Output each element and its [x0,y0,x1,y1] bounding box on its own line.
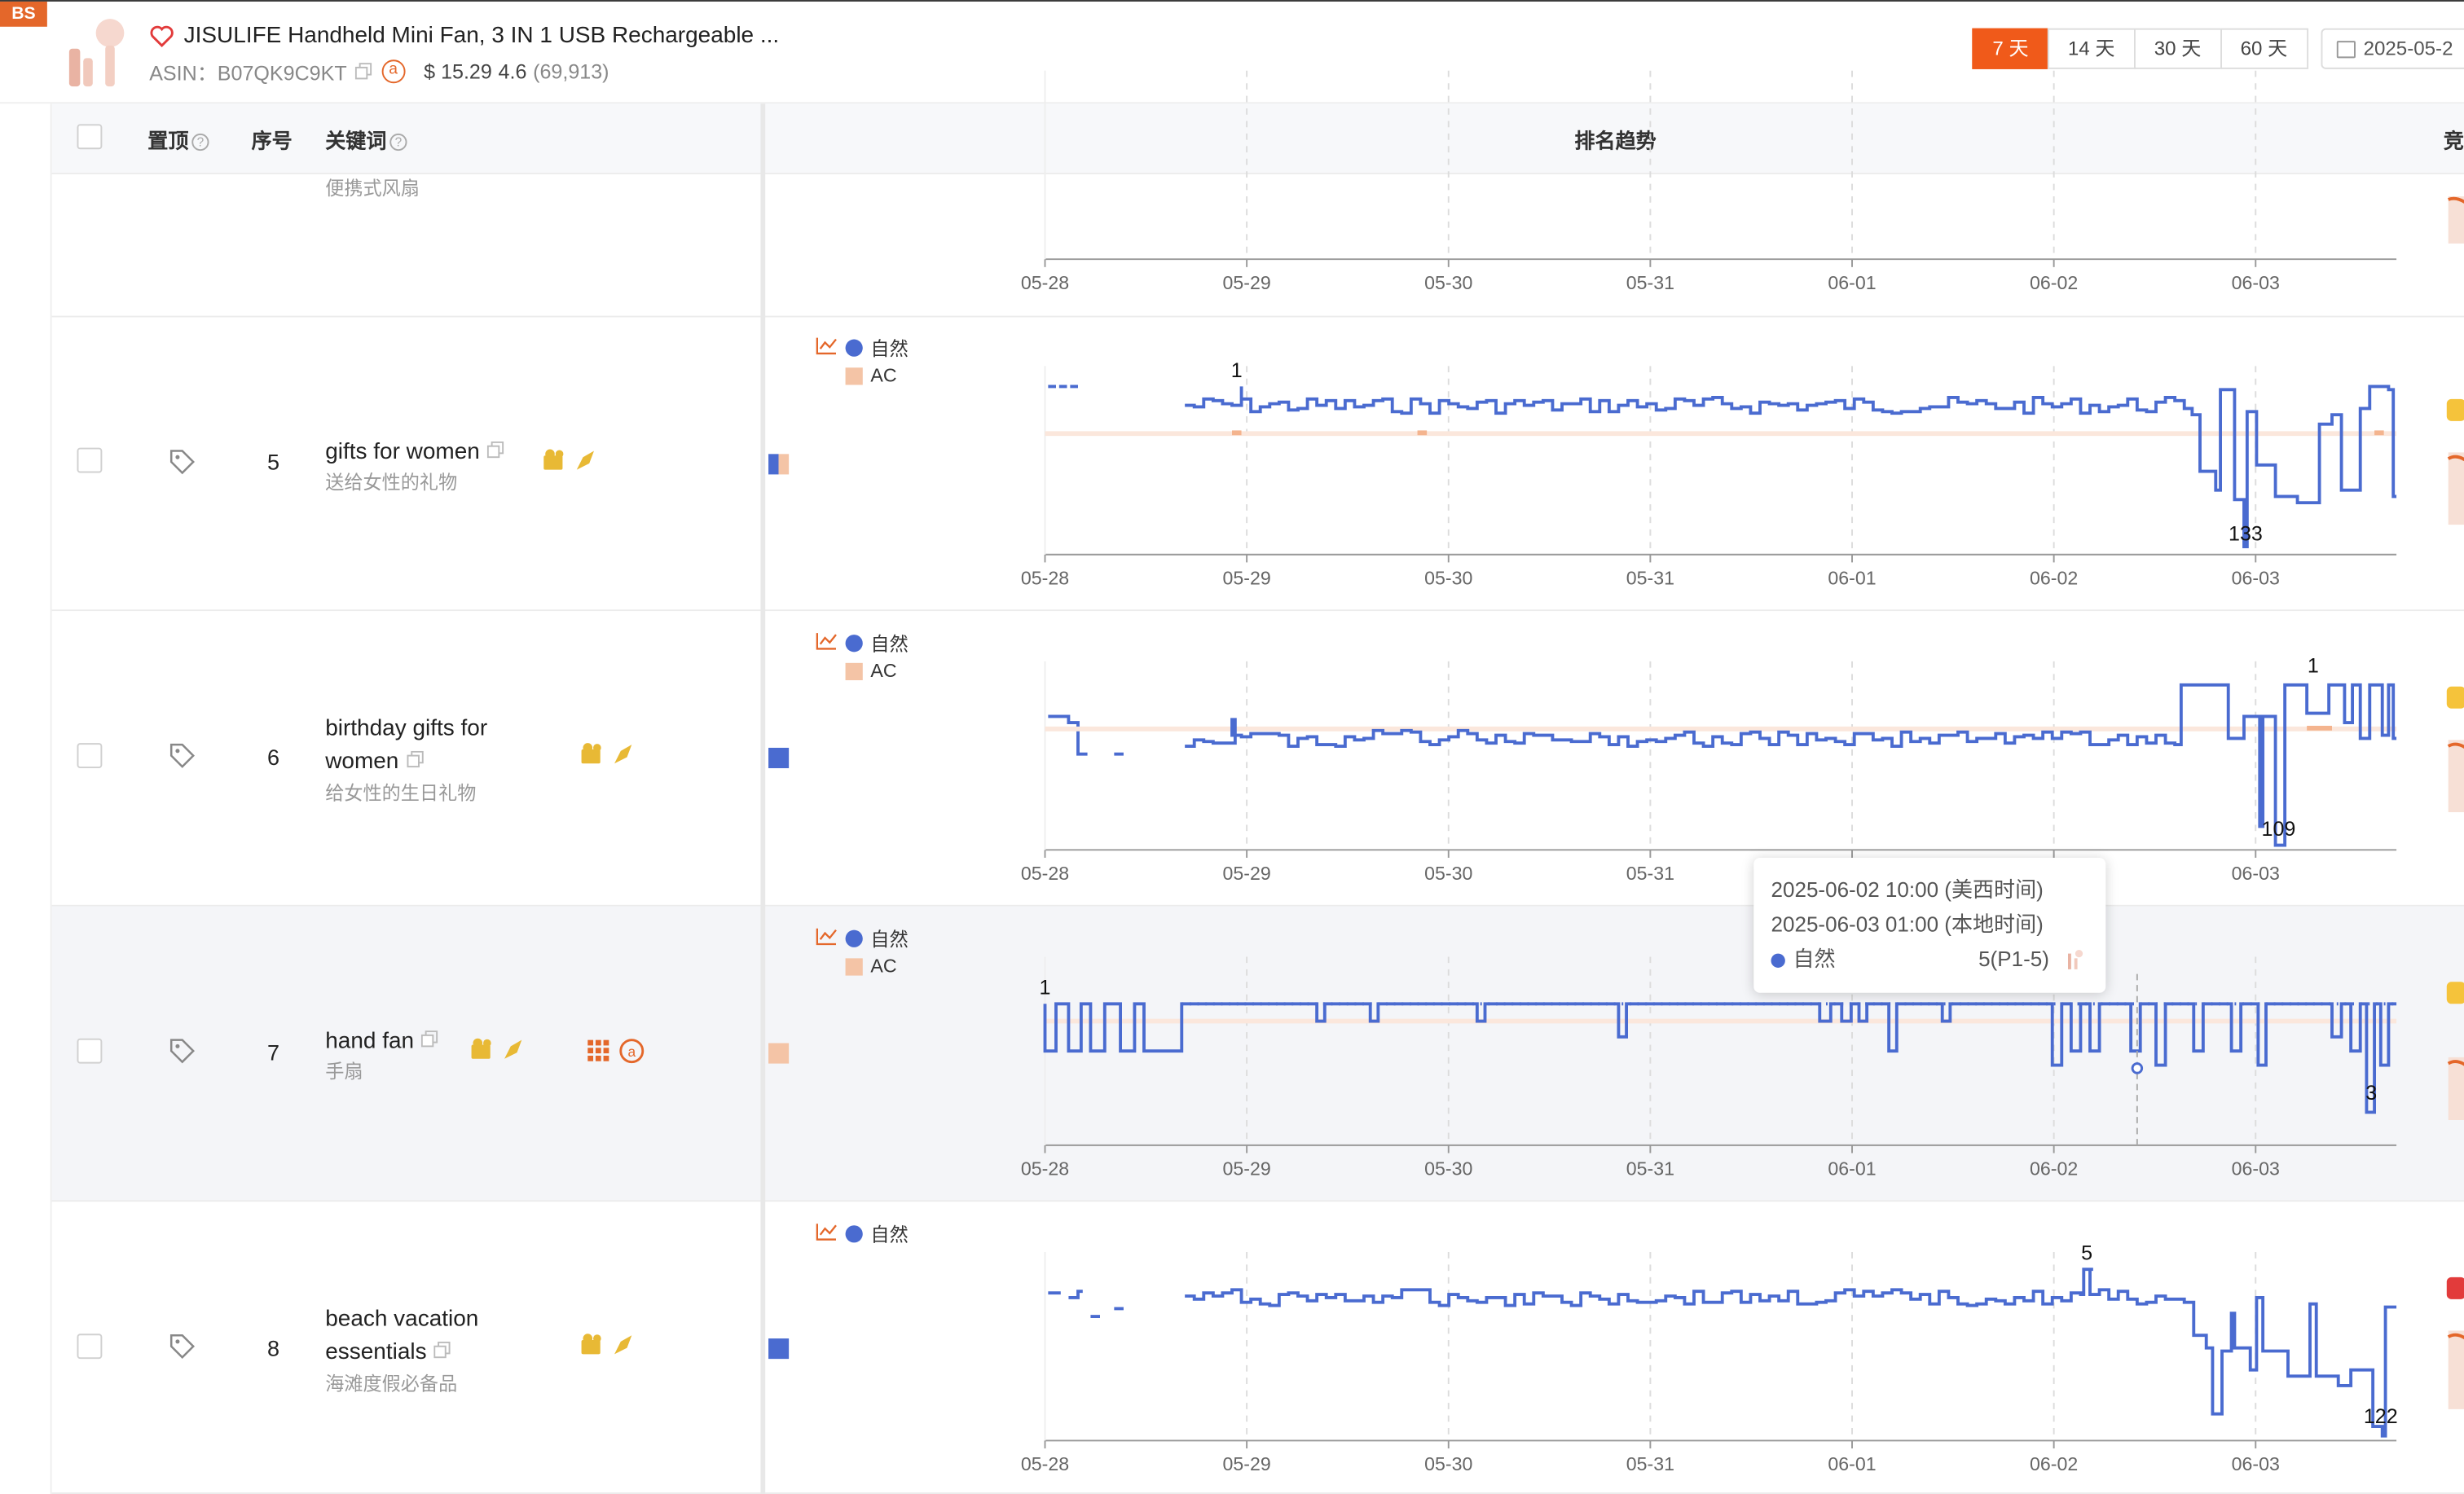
tooltip-local-time: 2025-06-03 01:00 (本地时间) [1771,912,2044,937]
tooltip-dot [1771,952,1785,967]
x-tick-label: 06-01 [1828,567,1876,588]
tooltip-us-time: 2025-06-02 10:00 (美西时间) [1771,878,2044,902]
x-tick-label: 05-29 [1223,567,1271,588]
x-tick-label: 05-28 [1021,272,1069,293]
x-tick-label: 06-02 [2030,567,2078,588]
x-tick-label: 05-31 [1626,567,1674,588]
x-tick-label: 05-31 [1626,272,1674,293]
natural-series-line [1185,683,2397,847]
worst-rank-label: 109 [2262,818,2296,841]
x-tick-label: 05-28 [1021,1158,1069,1180]
worst-rank-label: 3 [2365,1082,2377,1105]
x-tick-label: 05-31 [1626,1453,1674,1474]
x-tick-label: 06-01 [1828,1158,1876,1180]
ac-mark [2307,725,2332,731]
natural-series-line [1185,384,2397,549]
x-tick-label: 06-03 [2232,1453,2280,1474]
series-segment [1048,714,1088,756]
x-tick-label: 06-02 [2030,272,2078,293]
x-tick-label: 05-30 [1424,1453,1472,1474]
x-tick-label: 06-03 [2232,863,2280,884]
x-tick-label: 05-30 [1424,567,1472,588]
x-tick-label: 05-28 [1021,567,1069,588]
x-tick-label: 06-01 [1828,272,1876,293]
x-tick-label: 06-02 [2030,1453,2078,1474]
x-tick-label: 06-03 [2232,1158,2280,1180]
x-tick-label: 05-31 [1626,1158,1674,1180]
x-tick-label: 06-03 [2232,272,2280,293]
x-tick-label: 05-30 [1424,272,1472,293]
ac-mark [1417,430,1428,436]
best-rank-label: 5 [2081,1242,2092,1265]
x-tick-label: 05-30 [1424,863,1472,884]
tooltip-series-row: 自然 5(P1-5) [1771,943,2088,977]
rank-trend-charts[interactable]: 05-28 05-29 05-30 05-31 06-01 06-02 06-03 05-28… [0,0,2464,1494]
x-tick-label: 05-29 [1223,1453,1271,1474]
x-tick-label: 05-28 [1021,863,1069,884]
x-tick-label: 06-03 [2232,567,2280,588]
tooltip-value: 5(P1-5) [1978,947,2049,971]
tooltip-series-name: 自然 [1793,947,1836,971]
product-mini-icon [2068,949,2083,969]
worst-rank-label: 133 [2229,522,2263,545]
x-tick-label: 06-01 [1828,1453,1876,1474]
best-rank-label: 1 [1040,977,1051,1000]
x-tick-label: 05-30 [1424,1158,1472,1180]
ac-mark [2374,430,2384,436]
x-tick-label: 05-29 [1223,863,1271,884]
best-rank-label: 1 [1231,359,1243,382]
hover-point [2131,1062,2144,1074]
series-segment [1048,1290,1083,1299]
x-tick-label: 05-29 [1223,272,1271,293]
x-tick-label: 05-29 [1223,1158,1271,1180]
ac-mark [1231,430,1242,436]
x-tick-label: 06-02 [2030,1158,2078,1180]
best-rank-label: 1 [2308,654,2319,677]
chart-tooltip: 2025-06-02 10:00 (美西时间) 2025-06-03 01:00… [1753,857,2106,993]
worst-rank-label: 122 [2364,1405,2398,1428]
x-tick-label: 05-31 [1626,863,1674,884]
app-root: BS JISULIFE Handheld Mini Fan, 3 IN 1 US… [0,0,2464,1494]
natural-series-line [1185,1268,2397,1438]
x-tick-label: 05-28 [1021,1453,1069,1474]
